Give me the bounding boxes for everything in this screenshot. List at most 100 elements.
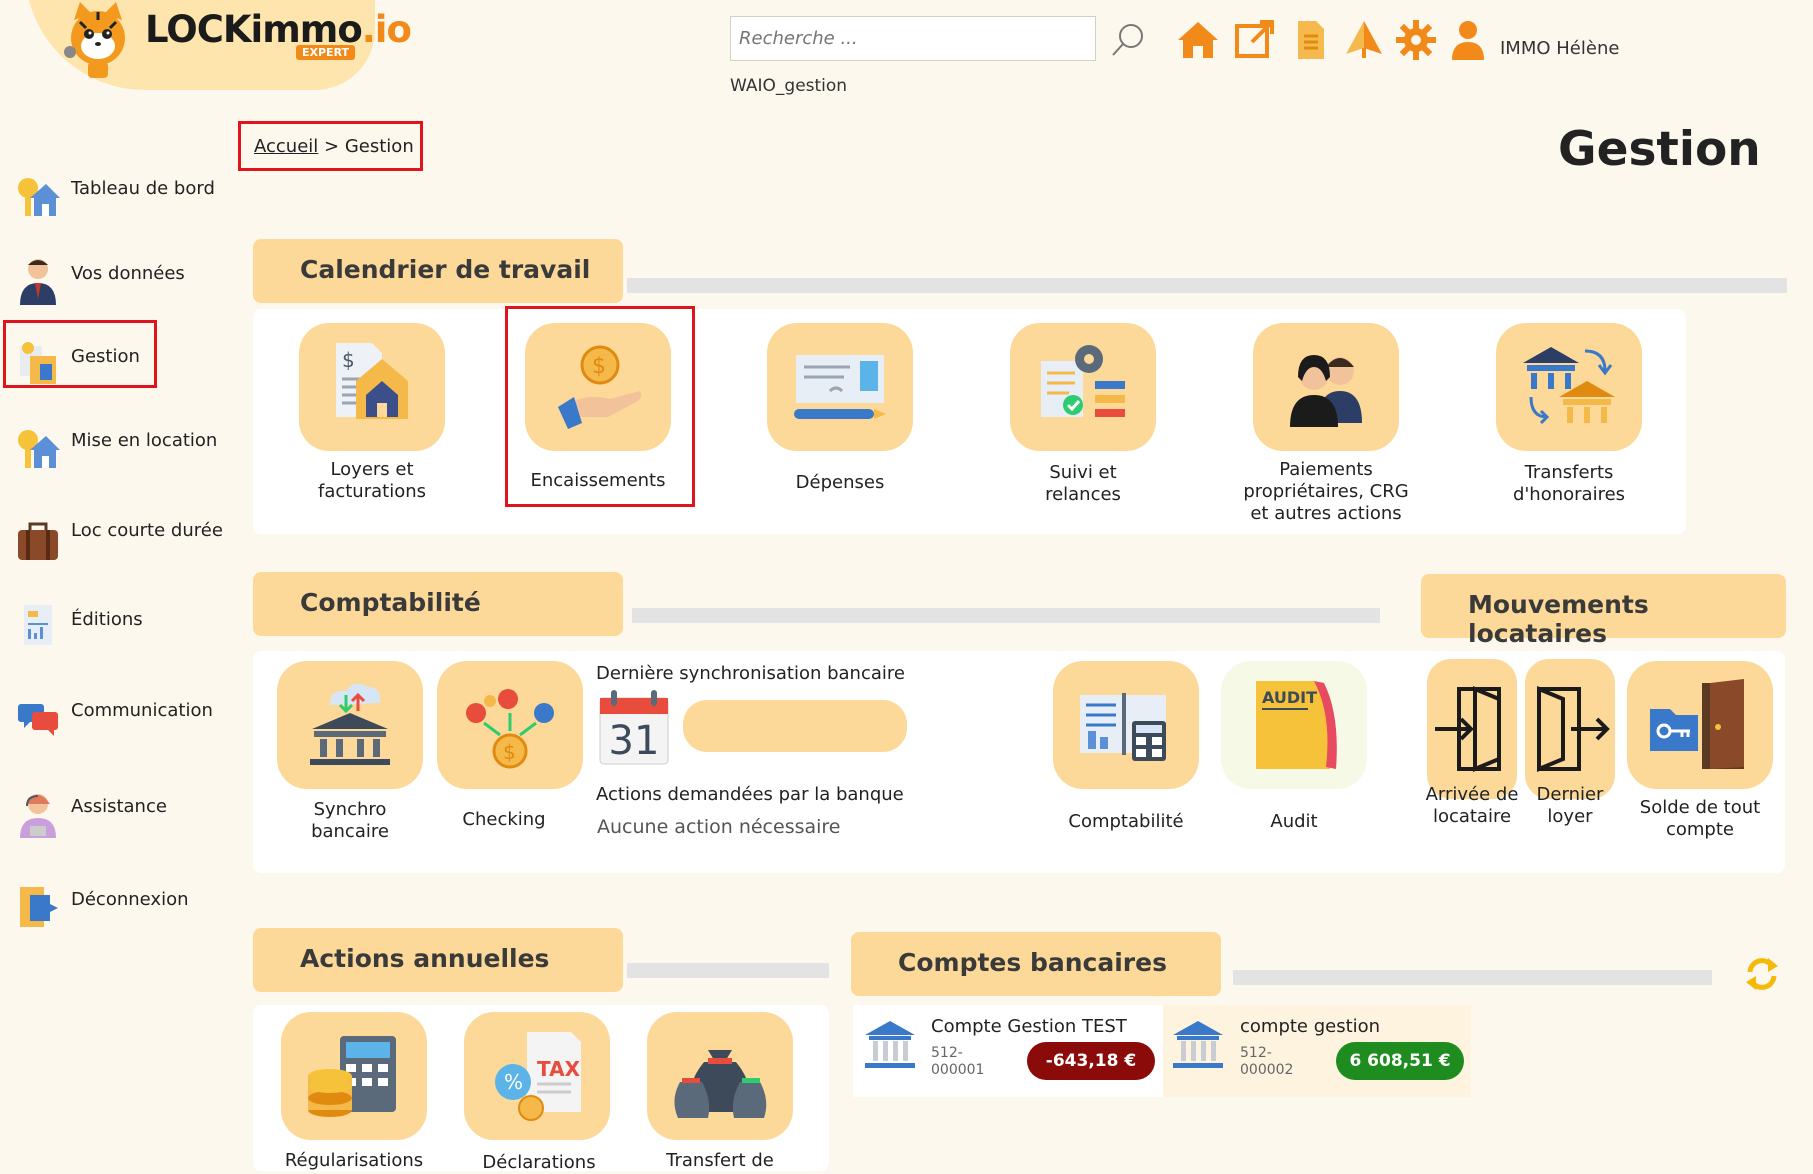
tile-audit[interactable]: AUDIT <box>1221 661 1367 789</box>
suitcase-icon <box>18 522 58 560</box>
section-title-mouvements: Mouvements locataires <box>1421 574 1786 648</box>
sidebar-item-assistance[interactable]: Assistance <box>16 788 236 848</box>
tile-suivi-relances[interactable] <box>1010 323 1156 451</box>
pyramid-icon[interactable] <box>1342 18 1386 62</box>
tile-regularisations[interactable] <box>281 1012 427 1140</box>
sidebar-item-mise-en-location[interactable]: Mise en location <box>16 422 236 482</box>
sidebar-item-label: Mise en location <box>71 430 218 451</box>
tile-dernier-loyer[interactable] <box>1525 659 1615 799</box>
tile-label: Dernier loyer <box>1536 784 1604 827</box>
cheque-pen-icon <box>794 355 886 419</box>
person-icon <box>20 259 56 305</box>
sidebar-item-editions[interactable]: Éditions <box>16 601 236 661</box>
account-number: 000002 <box>1240 1062 1294 1078</box>
sidebar-item-loc-courte-duree[interactable]: Loc courte durée <box>16 512 236 572</box>
tile-label: Solde de tout compte <box>1639 797 1761 840</box>
report-icon <box>24 605 52 645</box>
tile-transferts-honoraires[interactable] <box>1496 323 1642 451</box>
tile-label: Suivi et relances <box>1045 462 1121 505</box>
tile-transfert[interactable] <box>647 1012 793 1140</box>
calendar-day: 31 <box>609 718 660 764</box>
svg-text:$: $ <box>503 740 516 764</box>
breadcrumb-current: Gestion <box>344 136 414 157</box>
section-title-comptes-bancaires: Comptes bancaires <box>851 932 1221 996</box>
tile-label: Régularisations <box>284 1150 424 1171</box>
tile-synchro-bancaire[interactable] <box>277 661 423 789</box>
search-icon[interactable] <box>1108 20 1148 60</box>
sidebar-item-label: Déconnexion <box>71 889 189 910</box>
logout-icon <box>20 887 58 927</box>
account-balance-badge: 6 608,51 € <box>1336 1042 1464 1080</box>
user-icon[interactable] <box>1446 18 1490 62</box>
tile-comptabilite[interactable] <box>1053 661 1199 789</box>
search-input[interactable] <box>730 16 1096 61</box>
tile-checking[interactable]: $ <box>437 661 583 789</box>
breadcrumb-separator: > <box>324 136 340 157</box>
user-name[interactable]: IMMO Hélène <box>1500 38 1619 59</box>
svg-text:%: % <box>504 1070 523 1094</box>
section-title-actions-annuelles: Actions annuelles <box>253 928 623 992</box>
support-agent-icon <box>20 794 56 838</box>
home-icon[interactable] <box>1176 18 1220 62</box>
bank-account-card[interactable]: Compte Gestion TEST 512- 000001 -643,18 … <box>853 1005 1163 1097</box>
external-link-icon[interactable] <box>1232 18 1276 62</box>
tile-label: Comptabilité <box>1068 811 1184 832</box>
calendar-icon: 31 <box>599 690 669 765</box>
sidebar-item-label: Assistance <box>71 796 167 817</box>
house-key-icon <box>18 430 60 468</box>
rent-invoice-icon: $ <box>336 343 408 419</box>
bank-actions-value: Aucune action nécessaire <box>597 816 841 838</box>
calendrier-panel <box>253 309 1686 534</box>
door-exit-icon <box>1537 686 1610 772</box>
accounting-book-icon <box>1080 693 1166 761</box>
management-icon <box>20 342 56 384</box>
house-key-icon <box>18 178 60 216</box>
bank-icon <box>1173 1021 1223 1068</box>
coin-hand-icon: $ <box>558 345 642 429</box>
sidebar-item-communication[interactable]: Communication <box>16 692 236 752</box>
sidebar-item-label: Loc courte durée <box>71 520 223 541</box>
tile-label: Audit <box>1270 811 1318 832</box>
section-divider <box>627 278 1787 293</box>
tile-encaissements[interactable]: $ <box>525 323 671 451</box>
breadcrumb: Accueil > Gestion <box>238 121 423 171</box>
document-icon[interactable] <box>1288 18 1332 62</box>
sidebar-item-label: Tableau de bord <box>71 178 215 199</box>
tile-depenses[interactable] <box>767 323 913 451</box>
sidebar-item-gestion[interactable]: Gestion <box>16 338 236 398</box>
workspace-name: WAIO_gestion <box>730 76 848 96</box>
sidebar-item-deconnexion[interactable]: Déconnexion <box>16 881 236 941</box>
section-title-calendrier: Calendrier de travail <box>253 239 623 303</box>
tile-label: Arrivée de locataire <box>1425 784 1519 827</box>
last-sync-value <box>683 700 907 752</box>
tile-paiements-proprietaires[interactable] <box>1253 323 1399 451</box>
door-key-icon <box>1650 679 1744 769</box>
last-sync-label: Dernière synchronisation bancaire <box>596 663 905 684</box>
money-bags-icon <box>674 1050 767 1118</box>
door-enter-icon <box>1435 686 1501 772</box>
refresh-icon[interactable] <box>1742 954 1782 994</box>
bank-sync-icon <box>310 683 390 765</box>
gear-icon[interactable] <box>1394 18 1438 62</box>
tile-loyers-facturations[interactable]: $ <box>299 323 445 451</box>
tile-label: Encaissements <box>530 470 666 491</box>
owners-icon <box>1290 355 1362 427</box>
breadcrumb-home-link[interactable]: Accueil <box>254 136 318 157</box>
svg-text:AUDIT: AUDIT <box>1262 688 1317 707</box>
bank-account-card[interactable]: compte gestion 512- 000002 6 608,51 € <box>1163 1005 1471 1097</box>
account-balance-badge: -643,18 € <box>1027 1042 1155 1080</box>
sidebar-item-vos-donnees[interactable]: Vos données <box>16 255 236 315</box>
account-number-prefix: 512- <box>1240 1045 1272 1061</box>
tile-declarations[interactable]: TAX % <box>464 1012 610 1140</box>
sidebar-item-tableau-de-bord[interactable]: Tableau de bord <box>16 170 236 230</box>
sidebar-item-label: Éditions <box>71 609 143 630</box>
tile-label: Transferts d'honoraires <box>1512 462 1626 505</box>
section-title-comptabilite: Comptabilité <box>253 572 623 636</box>
brand-name[interactable]: LOCKimmo.io <box>145 8 412 51</box>
tile-arrivee-locataire[interactable] <box>1427 659 1517 799</box>
tile-label: Transfert de <box>666 1150 774 1171</box>
tile-label: Paiements propriétaires, CRG et autres act… <box>1243 459 1409 524</box>
tile-solde-tout-compte[interactable] <box>1627 661 1773 789</box>
bank-actions-label: Actions demandées par la banque <box>596 784 904 805</box>
brand-badge: EXPERT <box>296 45 356 60</box>
